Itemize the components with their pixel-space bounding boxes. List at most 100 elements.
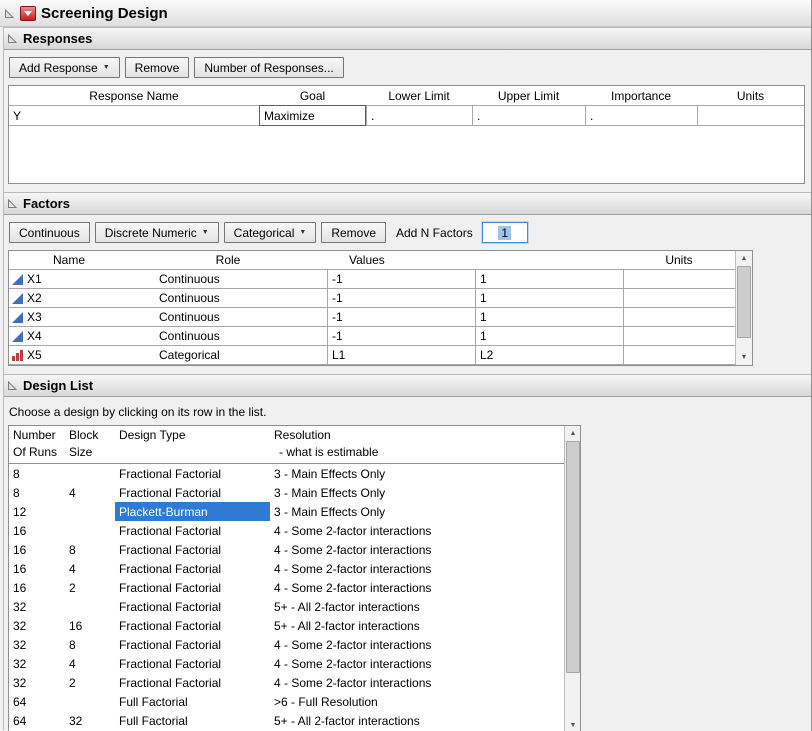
factors-scrollbar-thumb[interactable] [737, 266, 751, 338]
factor-value-low-cell[interactable]: L1 [327, 346, 475, 364]
design-row[interactable]: 64 32 Full Factorial 5+ - All 2-factor i… [9, 711, 564, 730]
factor-units-cell[interactable] [623, 327, 735, 345]
factor-units-cell[interactable] [623, 308, 735, 326]
screening-design-window: Screening Design Responses Add Response … [0, 0, 812, 731]
response-lower-limit-cell[interactable]: . [366, 105, 472, 126]
factor-units-cell[interactable] [623, 270, 735, 288]
design-row[interactable]: 32 2 Fractional Factorial 4 - Some 2-fac… [9, 673, 564, 692]
response-units-cell[interactable] [697, 105, 804, 126]
response-importance-cell[interactable]: . [585, 105, 697, 126]
continuous-button[interactable]: Continuous [9, 222, 90, 243]
factor-role-cell[interactable]: Continuous [129, 308, 327, 326]
design-type: Fractional Factorial [115, 559, 270, 578]
factor-name-cell[interactable]: X2 [27, 291, 42, 305]
design-row[interactable]: 32 4 Fractional Factorial 4 - Some 2-fac… [9, 654, 564, 673]
factors-table-header: Name Role Values Units [9, 251, 735, 270]
add-n-factors-input[interactable]: 1 [482, 222, 528, 243]
response-name-cell[interactable]: Y [9, 105, 259, 126]
design-type: Fractional Factorial [115, 673, 270, 692]
factor-name-cell[interactable]: X1 [27, 272, 42, 286]
design-row[interactable]: 16 Fractional Factorial 4 - Some 2-facto… [9, 521, 564, 540]
scroll-down-icon[interactable]: ▼ [565, 718, 581, 731]
factor-name-cell[interactable]: X4 [27, 329, 42, 343]
response-goal-cell[interactable]: Maximize [259, 105, 366, 126]
factor-row: X1 Continuous -1 1 [9, 270, 735, 289]
dropdown-arrow-icon: ▼ [202, 229, 209, 236]
factors-scrollbar[interactable]: ▲ ▼ [735, 251, 752, 365]
design-runs: 16 [9, 559, 65, 578]
col-header-of-runs: Of Runs [13, 444, 65, 461]
scroll-up-icon[interactable]: ▲ [565, 426, 581, 441]
design-list-scrollbar-thumb[interactable] [566, 441, 580, 673]
design-runs: 32 [9, 597, 65, 616]
factor-name-cell[interactable]: X3 [27, 310, 42, 324]
factor-value-low-cell[interactable]: -1 [327, 289, 475, 307]
disclosure-triangle-icon[interactable] [4, 8, 15, 19]
factor-role-cell[interactable]: Categorical [129, 346, 327, 364]
disclosure-triangle-icon[interactable] [7, 380, 18, 391]
design-list-scrollbar-track[interactable] [565, 441, 581, 718]
factors-scrollbar-track[interactable] [736, 266, 752, 350]
response-upper-limit-cell[interactable]: . [472, 105, 585, 126]
factor-role-cell[interactable]: Continuous [129, 289, 327, 307]
factor-value-high-cell[interactable]: 1 [475, 289, 623, 307]
design-row-selected[interactable]: 12 Plackett-Burman 3 - Main Effects Only [9, 502, 564, 521]
design-list-scrollbar[interactable]: ▲ ▼ [564, 426, 581, 731]
factors-section-header[interactable]: Factors [4, 192, 811, 215]
red-triangle-menu-button[interactable] [20, 6, 36, 21]
design-block-size: 4 [65, 483, 115, 502]
factor-row: X3 Continuous -1 1 [9, 308, 735, 327]
scroll-up-icon[interactable]: ▲ [736, 251, 752, 266]
design-resolution: 4 - Some 2-factor interactions [270, 521, 564, 540]
factor-role-cell[interactable]: Continuous [129, 270, 327, 288]
design-row[interactable]: 32 8 Fractional Factorial 4 - Some 2-fac… [9, 635, 564, 654]
design-row[interactable]: 64 Full Factorial >6 - Full Resolution [9, 692, 564, 711]
factor-units-cell[interactable] [623, 289, 735, 307]
design-runs: 64 [9, 692, 65, 711]
design-row[interactable]: 16 2 Fractional Factorial 4 - Some 2-fac… [9, 578, 564, 597]
design-row[interactable]: 8 4 Fractional Factorial 3 - Main Effect… [9, 483, 564, 502]
add-response-button[interactable]: Add Response ▼ [9, 57, 120, 78]
responses-section-header[interactable]: Responses [4, 27, 811, 50]
design-list-section-header[interactable]: Design List [4, 374, 811, 397]
continuous-icon [12, 274, 23, 285]
add-response-label: Add Response [19, 61, 98, 75]
design-block-size [65, 597, 115, 616]
disclosure-triangle-icon[interactable] [7, 198, 18, 209]
design-row[interactable]: 16 8 Fractional Factorial 4 - Some 2-fac… [9, 540, 564, 559]
design-block-size [65, 464, 115, 483]
discrete-numeric-button[interactable]: Discrete Numeric ▼ [95, 222, 219, 243]
design-row[interactable]: 32 16 Fractional Factorial 5+ - All 2-fa… [9, 616, 564, 635]
design-type: Fractional Factorial [115, 654, 270, 673]
scroll-down-icon[interactable]: ▼ [736, 350, 752, 365]
factor-row: X2 Continuous -1 1 [9, 289, 735, 308]
factor-role-cell[interactable]: Continuous [129, 327, 327, 345]
factor-value-high-cell[interactable]: 1 [475, 308, 623, 326]
design-row[interactable]: 16 4 Fractional Factorial 4 - Some 2-fac… [9, 559, 564, 578]
col-header-resolution: Resolution [274, 427, 564, 444]
continuous-icon [12, 331, 23, 342]
factor-value-high-cell[interactable]: 1 [475, 327, 623, 345]
factor-value-low-cell[interactable]: -1 [327, 270, 475, 288]
factor-value-low-cell[interactable]: -1 [327, 327, 475, 345]
factor-value-high-cell[interactable]: L2 [475, 346, 623, 364]
design-type: Fractional Factorial [115, 540, 270, 559]
factor-value-low-cell[interactable]: -1 [327, 308, 475, 326]
categorical-button[interactable]: Categorical ▼ [224, 222, 317, 243]
design-row[interactable]: 32 Fractional Factorial 5+ - All 2-facto… [9, 597, 564, 616]
col-header-values: Values [327, 253, 623, 267]
factor-units-cell[interactable] [623, 346, 735, 364]
design-type: Fractional Factorial [115, 597, 270, 616]
categorical-label: Categorical [234, 226, 295, 240]
col-header-name: Name [9, 253, 129, 267]
number-of-responses-button[interactable]: Number of Responses... [194, 57, 343, 78]
design-runs: 64 [9, 711, 65, 730]
remove-response-button[interactable]: Remove [125, 57, 190, 78]
factor-value-high-cell[interactable]: 1 [475, 270, 623, 288]
col-header-lower-limit: Lower Limit [366, 89, 472, 103]
add-n-factors-value: 1 [498, 226, 511, 240]
disclosure-triangle-icon[interactable] [7, 33, 18, 44]
factor-name-cell[interactable]: X5 [27, 348, 42, 362]
remove-factor-button[interactable]: Remove [321, 222, 386, 243]
design-row[interactable]: 8 Fractional Factorial 3 - Main Effects … [9, 464, 564, 483]
